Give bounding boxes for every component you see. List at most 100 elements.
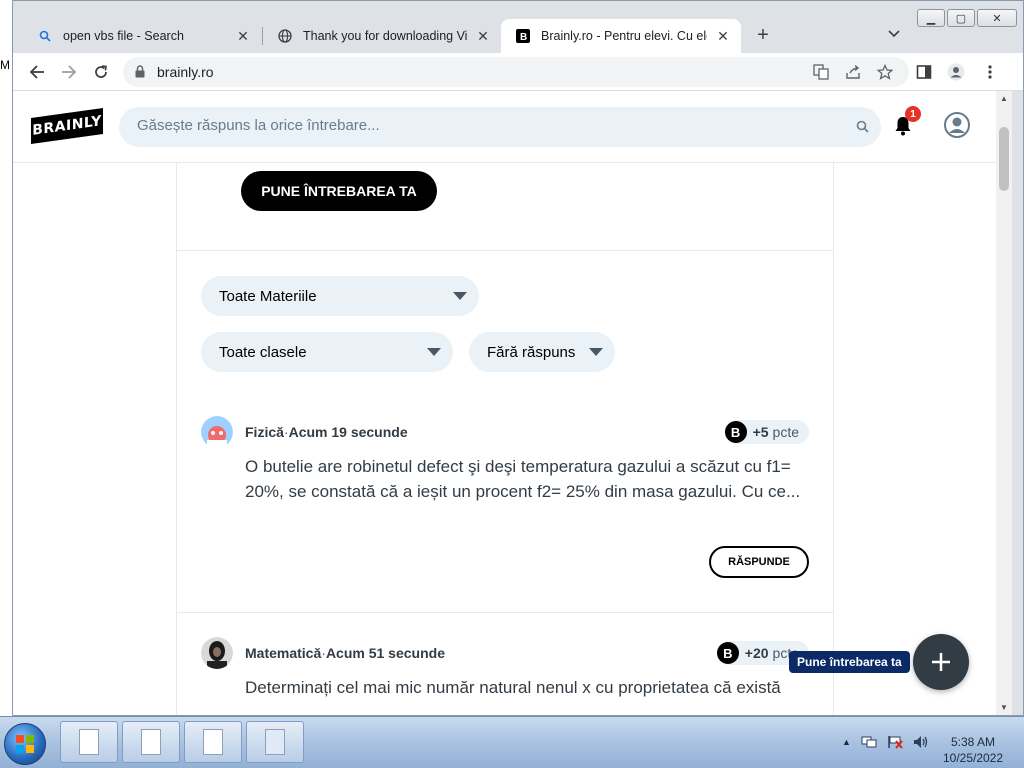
share-icon[interactable]	[845, 64, 861, 80]
question-meta: Fizică·Acum 19 secunde	[245, 424, 408, 440]
document-icon	[265, 729, 285, 755]
tab-visual-studio[interactable]: Thank you for downloading Visual Studio …	[263, 19, 501, 53]
asker-avatar[interactable]	[201, 416, 233, 448]
tab-search-dropdown-icon[interactable]	[887, 27, 901, 41]
page-scrollbar[interactable]: ▲ ▼	[996, 91, 1012, 715]
status-filter-dropdown[interactable]: Fără răspuns	[469, 332, 615, 372]
points-value: +20	[744, 645, 769, 661]
grade-filter-dropdown[interactable]: Toate clasele	[201, 332, 453, 372]
question-feed: PUNE ÎNTREBAREA TA Toate Materiile Toate…	[176, 163, 834, 715]
brainly-points-coin-icon: B	[716, 642, 739, 664]
tab-title: Thank you for downloading Visual Studio	[303, 29, 467, 43]
question-meta: Matematică·Acum 51 secunde	[245, 645, 445, 661]
tab-title: open vbs file - Search	[63, 29, 184, 43]
ask-question-fab[interactable]	[913, 634, 969, 690]
desktop-edge-letter: M	[0, 58, 10, 72]
points-unit: pcte	[772, 424, 799, 440]
site-search-input[interactable]	[137, 117, 837, 134]
asker-avatar[interactable]	[201, 637, 233, 669]
close-icon[interactable]: ✕	[715, 28, 731, 44]
close-icon[interactable]: ✕	[475, 28, 491, 44]
question-divider	[177, 612, 833, 613]
network-icon	[861, 736, 877, 748]
question-text[interactable]: Determinați cel mai mic număr natural ne…	[245, 675, 811, 700]
action-center-flag-icon	[888, 736, 903, 749]
clock-date: 10/25/2022	[942, 751, 1004, 765]
side-panel-icon[interactable]	[915, 63, 933, 81]
forward-button[interactable]	[59, 62, 79, 82]
search-icon	[37, 28, 53, 44]
taskbar-app-button[interactable]	[122, 721, 180, 763]
question-card: Fizică·Acum 19 secunde B +5 pcte O butel…	[177, 416, 833, 612]
window-controls: ▁ ▢ ✕	[917, 9, 1017, 27]
clock-time: 5:38 AM	[950, 735, 996, 749]
close-icon[interactable]: ✕	[235, 28, 251, 44]
points-badge: B +5 pcte	[724, 420, 809, 444]
question-card: Matematică·Acum 51 secunde B +20 pcte De…	[177, 637, 833, 715]
question-time: Acum 19 secunde	[288, 424, 408, 440]
start-button[interactable]	[4, 723, 46, 765]
question-time: Acum 51 secunde	[325, 645, 445, 661]
taskbar: ▲ 5:38 AM 10/25/2022	[0, 716, 1024, 768]
status-filter-value: Fără răspuns	[487, 343, 576, 361]
kebab-menu-icon[interactable]	[981, 63, 999, 81]
browser-toolbar: brainly.ro	[13, 53, 1023, 91]
subject-filter-dropdown[interactable]: Toate Materiile	[201, 276, 479, 316]
search-icon[interactable]	[856, 120, 869, 138]
scrollbar-thumb[interactable]	[999, 127, 1009, 191]
volume-icon	[913, 736, 928, 748]
system-tray: ▲	[842, 735, 929, 749]
scroll-down-arrow-icon[interactable]: ▼	[1000, 703, 1008, 712]
site-header: BRAINLY 1	[13, 91, 996, 163]
svg-text:B: B	[520, 32, 527, 43]
site-search-bar[interactable]	[119, 107, 881, 147]
ask-question-tooltip: Pune întrebarea ta	[789, 651, 910, 673]
tab-search[interactable]: open vbs file - Search ✕	[23, 19, 261, 53]
document-icon	[141, 729, 161, 755]
minimize-button[interactable]: ▁	[917, 9, 945, 27]
taskbar-app-button[interactable]	[246, 721, 304, 763]
profile-icon[interactable]	[947, 63, 965, 81]
question-subject[interactable]: Matematică	[245, 645, 321, 661]
question-text[interactable]: O butelie are robinetul defect şi deşi t…	[245, 454, 811, 504]
subject-filter-value: Toate Materiile	[219, 287, 317, 305]
scroll-up-arrow-icon[interactable]: ▲	[1000, 94, 1008, 103]
answer-button[interactable]: RĂSPUNDE	[709, 546, 809, 578]
globe-icon	[277, 28, 293, 44]
bookmark-star-icon[interactable]	[876, 63, 894, 80]
reload-button[interactable]	[91, 62, 111, 82]
dropdown-caret-icon	[427, 348, 441, 356]
document-icon	[79, 729, 99, 755]
taskbar-app-button[interactable]	[60, 721, 118, 763]
plus-icon	[932, 653, 950, 671]
clock[interactable]: 5:38 AM 10/25/2022	[940, 734, 1006, 766]
tab-brainly[interactable]: B Brainly.ro - Pentru elevi. Cu elevi. ✕	[501, 19, 741, 53]
points-value: +5	[752, 424, 769, 440]
address-bar[interactable]: brainly.ro	[123, 57, 909, 87]
show-hidden-icons-icon[interactable]: ▲	[842, 737, 851, 747]
lock-icon[interactable]	[135, 65, 145, 83]
document-icon	[203, 729, 223, 755]
close-window-button[interactable]: ✕	[977, 9, 1017, 27]
maximize-button[interactable]: ▢	[947, 9, 975, 27]
logo-text: BRAINLY	[32, 113, 102, 139]
question-subject[interactable]: Fizică	[245, 424, 284, 440]
new-tab-button[interactable]: +	[753, 25, 773, 45]
dropdown-caret-icon	[589, 348, 603, 356]
url-text: brainly.ro	[157, 64, 214, 80]
taskbar-app-button[interactable]	[184, 721, 242, 763]
ask-question-section: PUNE ÎNTREBAREA TA	[177, 163, 833, 251]
page-viewport: BRAINLY 1 PUNE ÎNTREBAREA TA Toate Mater…	[13, 91, 1009, 715]
tab-title: Brainly.ro - Pentru elevi. Cu elevi.	[541, 29, 707, 43]
notification-badge: 1	[905, 106, 921, 122]
brainly-points-coin-icon: B	[724, 421, 747, 443]
translate-icon[interactable]	[813, 64, 829, 80]
grade-filter-value: Toate clasele	[219, 343, 307, 361]
tab-strip: open vbs file - Search ✕ Thank you for d…	[13, 1, 1023, 53]
windows-logo-icon	[16, 735, 34, 753]
user-avatar-icon[interactable]	[944, 112, 970, 138]
back-button[interactable]	[27, 62, 47, 82]
dropdown-caret-icon	[453, 292, 467, 300]
brainly-logo[interactable]: BRAINLY	[31, 107, 103, 145]
ask-question-button[interactable]: PUNE ÎNTREBAREA TA	[241, 171, 437, 211]
